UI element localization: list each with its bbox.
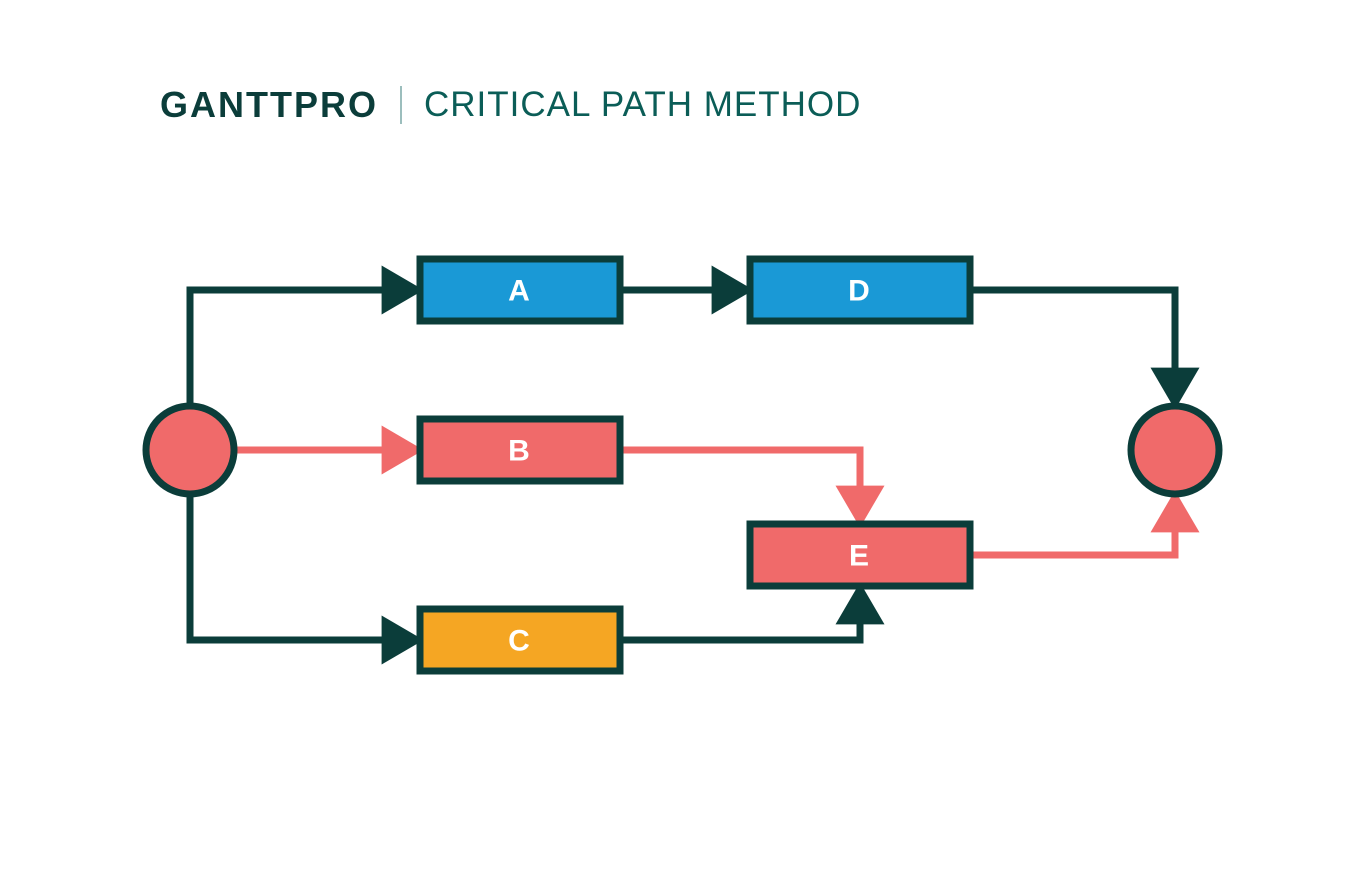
page-title: CRITICAL PATH METHOD [424,85,861,125]
task-c: C [420,609,620,671]
arrow-d-end [970,290,1175,404]
task-e: E [750,524,970,586]
task-b: B [420,419,620,481]
cpm-diagram: A B C D E [0,0,1368,889]
task-d: D [750,259,970,321]
header: GANTTPRO CRITICAL PATH METHOD [160,84,861,126]
task-label-c: C [508,625,532,658]
arrow-b-e [620,450,860,522]
task-label-e: E [849,540,871,573]
header-divider [400,86,402,124]
page: GANTTPRO CRITICAL PATH METHOD A B C D E [0,0,1368,889]
task-label-d: D [848,275,872,308]
brand-logo: GANTTPRO [160,84,378,126]
task-label-a: A [508,275,532,308]
arrow-c-e [620,588,860,640]
arrow-start-c [190,494,418,640]
task-label-b: B [508,435,532,468]
arrow-e-end [970,496,1175,555]
start-node [146,406,234,494]
arrow-start-a [190,290,418,406]
task-a: A [420,259,620,321]
end-node [1131,406,1219,494]
